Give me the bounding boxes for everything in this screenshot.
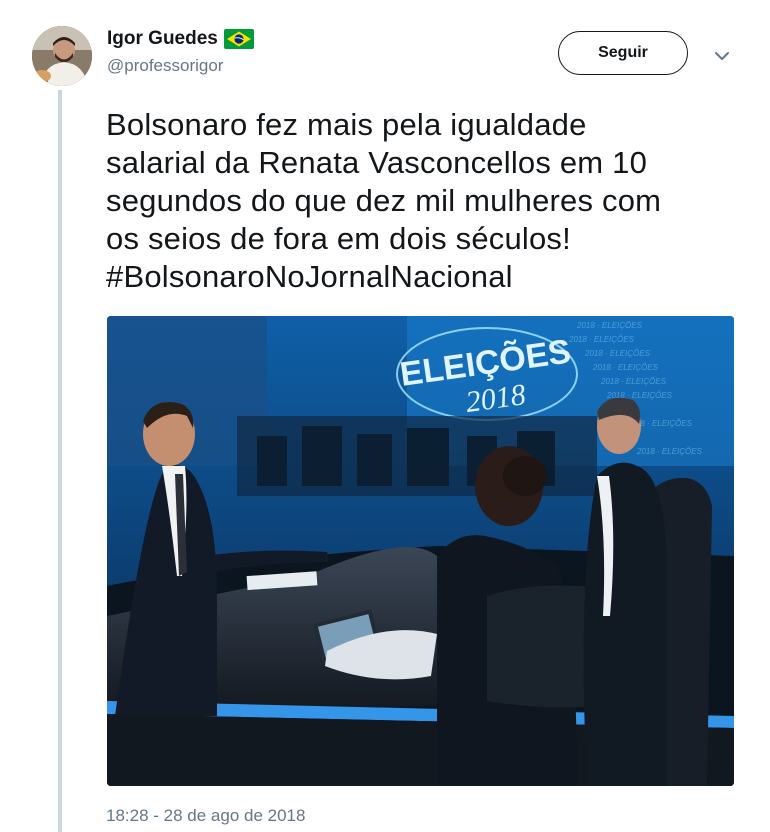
thread-line	[58, 90, 62, 832]
studio-pattern-text: 2018 · ELEIÇÕES	[568, 335, 635, 344]
studio-pattern-text: 2018 · ELEIÇÕES	[636, 447, 703, 456]
tweet-text-line: Bolsonaro fez mais pela igualdade	[106, 107, 587, 142]
handle[interactable]: @professorigor	[107, 56, 254, 76]
tweet-text-line: os seios de fora em dois séculos!	[106, 221, 571, 256]
hashtag-link[interactable]: #BolsonaroNoJornalNacional	[106, 258, 746, 296]
tweet-text-line: salarial da Renata Vasconcellos em 10	[106, 145, 648, 180]
news-studio-photo: 2018 · ELEIÇÕES 2018 · ELEIÇÕES 2018 · E…	[107, 316, 734, 786]
studio-pattern-text: 2018 · ELEIÇÕES	[592, 363, 659, 372]
avatar-image	[32, 26, 92, 86]
tweet-text-line: segundos do que dez mil mulheres com	[106, 183, 662, 218]
studio-pattern-text: 2018 · ELEIÇÕES	[600, 377, 667, 386]
avatar[interactable]	[32, 26, 92, 86]
chevron-down-icon[interactable]	[712, 48, 732, 64]
display-name-row: Igor Guedes	[107, 28, 254, 50]
tweet-photo[interactable]: 2018 · ELEIÇÕES 2018 · ELEIÇÕES 2018 · E…	[107, 316, 734, 786]
studio-pattern-text: 2018 · ELEIÇÕES	[576, 321, 643, 330]
tweet-timestamp[interactable]: 18:28 - 28 de ago de 2018	[106, 806, 305, 826]
tweet-text: Bolsonaro fez mais pela igualdade salari…	[106, 106, 746, 296]
follow-button[interactable]: Seguir	[558, 31, 688, 75]
tweet-author[interactable]: Igor Guedes @professorigor	[107, 28, 254, 76]
display-name[interactable]: Igor Guedes	[107, 28, 218, 50]
brazil-flag-icon	[223, 29, 254, 49]
studio-pattern-text: 2018 · ELEIÇÕES	[584, 349, 651, 358]
